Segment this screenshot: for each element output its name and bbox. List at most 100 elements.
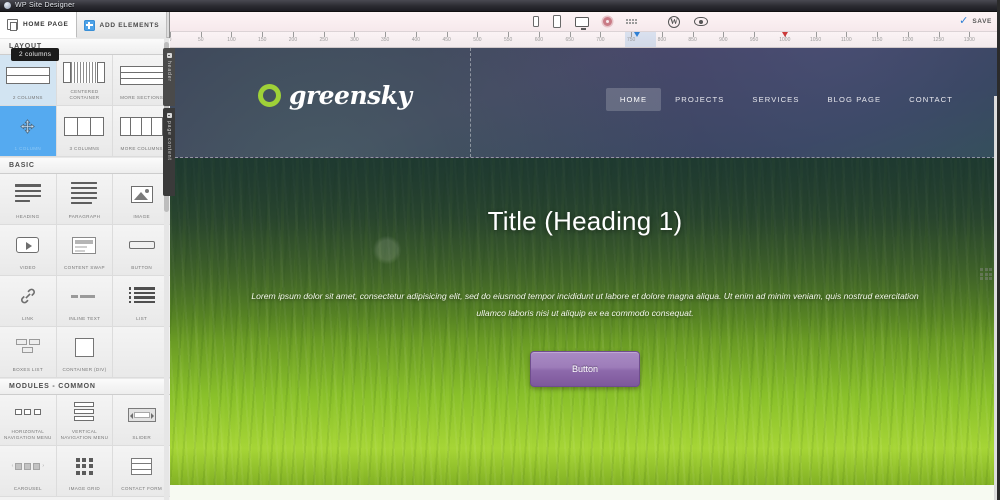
canvas-section-header[interactable]: greensky HOME PROJECTS SERVICES BLOG PAG… bbox=[170, 48, 1000, 158]
sidebar-item-label: MORE COLUMNS bbox=[120, 146, 163, 151]
sidebar-item-more-sections[interactable]: MORE SECTIONS bbox=[113, 55, 170, 106]
sidebar-item-image-grid[interactable]: IMAGE GRID bbox=[56, 446, 114, 497]
ruler-tick-label: 0 bbox=[170, 37, 171, 43]
modules-items-grid: HORIZONTAL NAVIGATION MENU VERTICAL NAVI… bbox=[0, 395, 170, 497]
section-header-basic: BASIC bbox=[0, 157, 170, 174]
hero-button[interactable]: Button bbox=[530, 351, 640, 387]
sidebar-item-slider[interactable]: SLIDER bbox=[113, 395, 170, 446]
page-icon bbox=[7, 19, 18, 31]
phone-icon[interactable] bbox=[533, 14, 539, 30]
sidebar-item-video[interactable]: VIDEO bbox=[0, 225, 57, 276]
ruler-tick-label: 150 bbox=[258, 37, 267, 43]
canvas-section-hero[interactable]: Title (Heading 1) Lorem ipsum dolor sit … bbox=[170, 158, 1000, 488]
video-play-icon bbox=[0, 225, 56, 265]
drag-tooltip: 2 columns bbox=[11, 48, 60, 61]
sidebar-item-inline-text[interactable]: INLINE TEXT bbox=[56, 276, 114, 327]
sidebar-item-1-column[interactable]: 1 COLUMN bbox=[0, 106, 57, 157]
image-icon bbox=[113, 174, 170, 214]
centered-container-icon bbox=[57, 55, 113, 89]
sidebar-item-container-div[interactable]: CONTAINER (DIV) bbox=[56, 327, 114, 378]
tab-add-elements[interactable]: ADD ELEMENTS bbox=[76, 12, 168, 38]
site-logo[interactable]: greensky bbox=[258, 81, 412, 110]
gear-icon[interactable] bbox=[603, 14, 612, 30]
ruler-tick-label: 500 bbox=[473, 37, 482, 43]
sidebar-item-carousel[interactable]: ‹ › CAROUSEL bbox=[0, 446, 57, 497]
sidebar-item-label: 2 COLUMNS bbox=[12, 95, 43, 100]
paragraph-lines-icon bbox=[57, 174, 113, 214]
sidebar-item-paragraph[interactable]: PARAGRAPH bbox=[56, 174, 114, 225]
nav-item-services[interactable]: SERVICES bbox=[738, 88, 813, 111]
sidebar-item-label: CONTAINER (DIV) bbox=[62, 367, 107, 372]
section-tab-page-content[interactable]: page content bbox=[163, 108, 175, 196]
ruler-marker-blue[interactable] bbox=[634, 32, 641, 37]
eye-icon[interactable] bbox=[694, 14, 708, 30]
sidebar-item-label: VIDEO bbox=[19, 265, 36, 270]
container-div-icon bbox=[57, 327, 113, 367]
desktop-monitor-icon[interactable] bbox=[575, 14, 589, 30]
move-cursor-glyph bbox=[20, 118, 36, 134]
wordpress-icon[interactable]: W bbox=[668, 15, 680, 28]
sidebar-item-label: BOXES LIST bbox=[12, 367, 43, 372]
sidebar-item-label: IMAGE bbox=[133, 214, 150, 219]
plus-icon bbox=[83, 19, 95, 31]
ruler-tick-label: 1200 bbox=[902, 37, 914, 43]
ruler-tick-label: 450 bbox=[442, 37, 451, 43]
content-swap-icon bbox=[57, 225, 113, 265]
elements-sidebar: HOME PAGE ADD ELEMENTS LAYOUT 2 COLUMNS bbox=[0, 12, 170, 500]
top-toolbar: W ✓ SAVE bbox=[170, 12, 1000, 32]
sidebar-item-list[interactable]: LIST bbox=[113, 276, 170, 327]
ruler-marker-red[interactable] bbox=[781, 32, 788, 37]
sidebar-tabs: HOME PAGE ADD ELEMENTS bbox=[0, 12, 169, 38]
design-canvas[interactable]: greensky HOME PROJECTS SERVICES BLOG PAG… bbox=[170, 48, 1000, 500]
sidebar-item-content-swap[interactable]: CONTENT SWAP bbox=[56, 225, 114, 276]
sidebar-item-heading[interactable]: HEADING bbox=[0, 174, 57, 225]
tablet-icon[interactable] bbox=[553, 14, 561, 30]
sidebar-item-image[interactable]: IMAGE bbox=[113, 174, 170, 225]
sidebar-item-label: MORE SECTIONS bbox=[120, 95, 164, 100]
section-tab-header-label: header bbox=[166, 61, 172, 82]
inline-text-icon bbox=[57, 276, 113, 316]
sidebar-item-more-columns[interactable]: MORE COLUMNS bbox=[113, 106, 170, 157]
sidebar-item-3-columns[interactable]: 3 COLUMNS bbox=[56, 106, 114, 157]
hero-title[interactable]: Title (Heading 1) bbox=[170, 206, 1000, 237]
nav-item-home[interactable]: HOME bbox=[605, 88, 662, 111]
grid-handle-icon[interactable] bbox=[980, 268, 992, 280]
three-columns-icon bbox=[57, 106, 113, 146]
green-ring-icon bbox=[258, 84, 281, 107]
slider-icon bbox=[113, 395, 170, 435]
sidebar-item-centered-container[interactable]: CENTERED CONTAINER bbox=[56, 55, 114, 106]
ruler-tick-label: 900 bbox=[719, 37, 728, 43]
sidebar-item-label: CONTENT SWAP bbox=[64, 265, 105, 270]
sidebar-item-label: HORIZONTAL NAVIGATION MENU bbox=[3, 429, 52, 440]
move-cursor-icon bbox=[0, 106, 56, 146]
more-columns-icon bbox=[113, 106, 170, 146]
sidebar-item-2-columns[interactable]: 2 COLUMNS bbox=[0, 55, 57, 106]
sidebar-item-contact-form[interactable]: CONTACT FORM bbox=[113, 446, 170, 497]
grid-dots-icon[interactable] bbox=[626, 14, 637, 30]
sidebar-item-label: PARAGRAPH bbox=[68, 214, 101, 219]
save-button[interactable]: ✓ SAVE bbox=[959, 16, 992, 27]
hero-subtitle[interactable]: Lorem ipsum dolor sit amet, consectetur … bbox=[250, 288, 920, 322]
nav-item-projects[interactable]: PROJECTS bbox=[661, 88, 738, 111]
sidebar-item-label: CONTACT FORM bbox=[121, 486, 163, 491]
hero-button-label: Button bbox=[571, 364, 599, 374]
app-window: WP Site Designer HOME PAGE ADD ELEMENTS … bbox=[0, 0, 1000, 500]
sidebar-scroll-area[interactable]: LAYOUT 2 COLUMNS CENTERED CONTAINER MORE… bbox=[0, 38, 170, 500]
toolbar-right-group: ✓ SAVE bbox=[959, 16, 992, 27]
section-tab-header[interactable]: header bbox=[163, 48, 175, 106]
sidebar-item-button[interactable]: BUTTON bbox=[113, 225, 170, 276]
nav-item-blog-page[interactable]: BLOG PAGE bbox=[814, 88, 896, 111]
nav-item-contact[interactable]: CONTACT bbox=[895, 88, 967, 111]
canvas-next-section[interactable] bbox=[170, 485, 1000, 500]
sidebar-item-vertical-navigation-menu[interactable]: VERTICAL NAVIGATION MENU bbox=[56, 395, 114, 446]
sidebar-item-label: 3 COLUMNS bbox=[69, 146, 100, 151]
sidebar-item-link[interactable]: LINK bbox=[0, 276, 57, 327]
sidebar-item-horizontal-navigation-menu[interactable]: HORIZONTAL NAVIGATION MENU bbox=[0, 395, 57, 446]
sidebar-item-boxes-list[interactable]: BOXES LIST bbox=[0, 327, 57, 378]
window-title: WP Site Designer bbox=[15, 2, 75, 9]
tab-home-page[interactable]: HOME PAGE bbox=[0, 12, 77, 38]
settings-dot-icon bbox=[166, 53, 172, 58]
app-globe-icon bbox=[4, 2, 11, 9]
sidebar-item-label: CENTERED CONTAINER bbox=[69, 89, 100, 100]
horizontal-ruler[interactable]: 0 50 100 150 200 250 300 350 400 450 500 550 600 650 7… bbox=[170, 32, 1000, 48]
